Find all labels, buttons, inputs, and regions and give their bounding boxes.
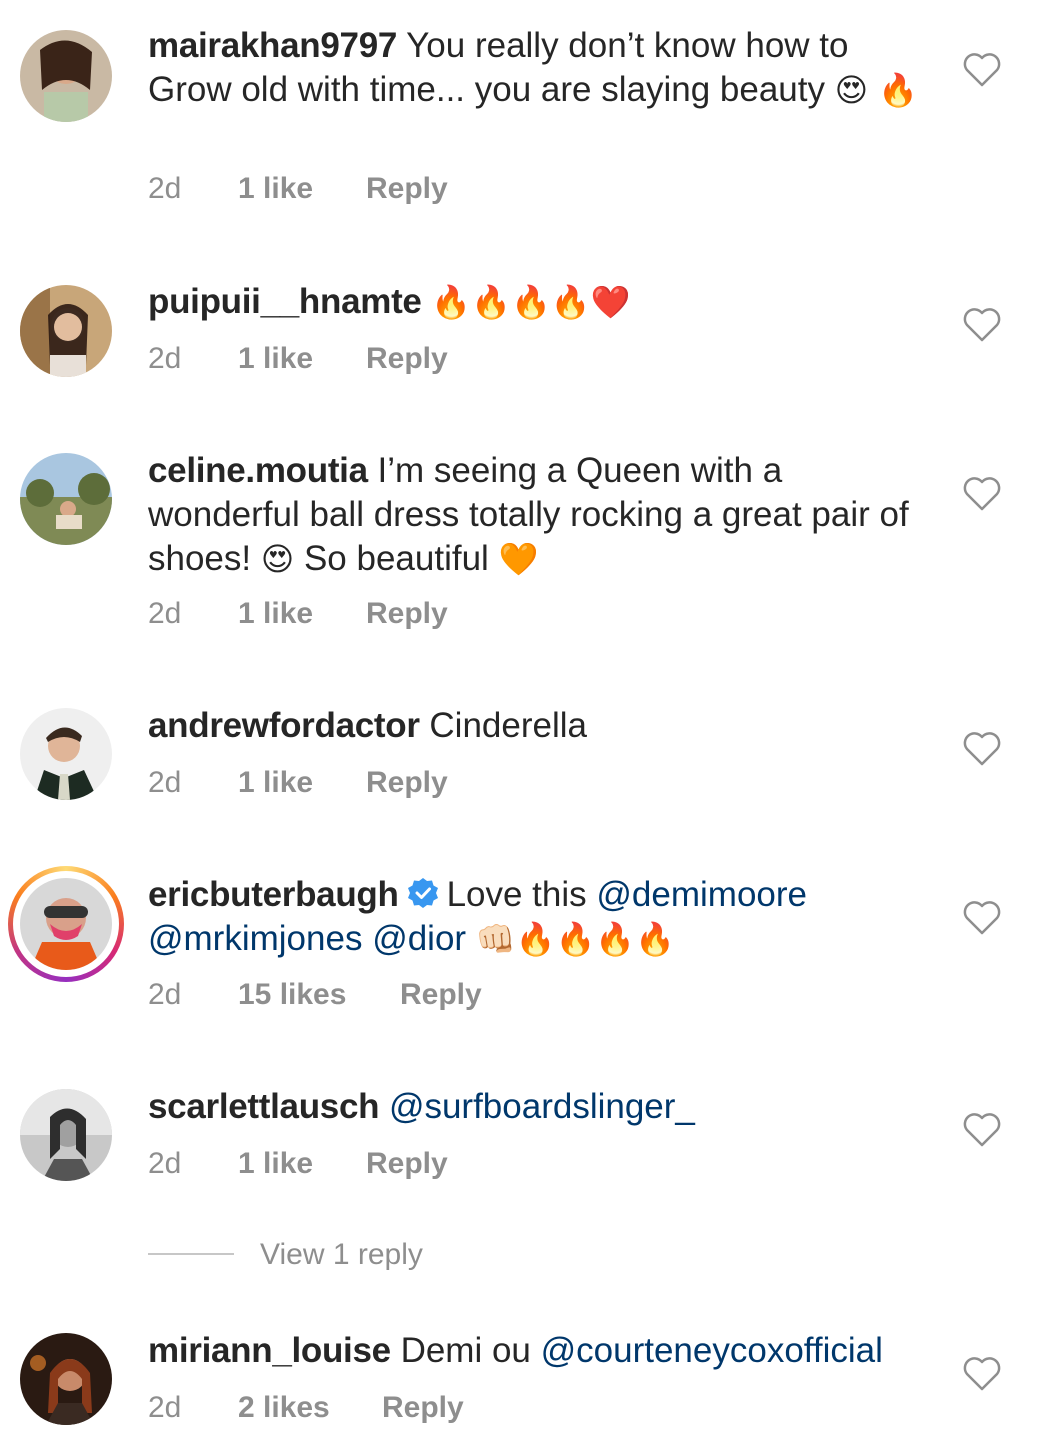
likes-count[interactable]: 1 like xyxy=(238,172,313,206)
likes-count[interactable]: 1 like xyxy=(238,1147,313,1181)
reply-button[interactable]: Reply xyxy=(366,172,448,206)
comment-body: miriann_louise Demi ou @courteneycoxoffi… xyxy=(148,1329,928,1373)
verified-badge-icon xyxy=(407,878,438,908)
heart-outline-icon[interactable] xyxy=(962,52,1002,88)
reply-button[interactable]: Reply xyxy=(366,342,448,376)
avatar[interactable] xyxy=(20,708,112,800)
comment-text: Love this xyxy=(446,875,587,914)
likes-count[interactable]: 1 like xyxy=(238,342,313,376)
timestamp: 2d xyxy=(148,1391,182,1424)
emoji: 😍 xyxy=(260,540,295,578)
comment-body: scarlettlausch @surfboardslinger_ xyxy=(148,1085,928,1129)
comment-text: Demi ou xyxy=(400,1331,531,1370)
comment-body: celine.moutia I’m seeing a Queen with a … xyxy=(148,449,928,581)
likes-count[interactable]: 2 likes xyxy=(238,1391,330,1425)
view-replies-label[interactable]: View 1 reply xyxy=(260,1238,423,1272)
username[interactable]: andrewfordactor xyxy=(148,706,420,745)
mention-link[interactable]: @surfboardslinger_ xyxy=(389,1087,695,1126)
story-ring[interactable] xyxy=(8,866,124,982)
emoji: 👊🏻🔥🔥🔥🔥 xyxy=(475,920,676,958)
mention-link[interactable]: @mrkimjones xyxy=(148,919,362,958)
avatar[interactable] xyxy=(20,1089,112,1181)
comment-body: puipuii__hnamte 🔥🔥🔥🔥❤️ xyxy=(148,280,928,324)
username[interactable]: miriann_louise xyxy=(148,1331,391,1370)
heart-outline-icon[interactable] xyxy=(962,900,1002,936)
likes-count[interactable]: 15 likes xyxy=(238,978,346,1012)
comment-body: andrewfordactor Cinderella xyxy=(148,704,928,748)
heart-outline-icon[interactable] xyxy=(962,476,1002,512)
emoji: 😍 🔥 xyxy=(834,71,919,109)
timestamp: 2d xyxy=(148,342,182,375)
username[interactable]: celine.moutia xyxy=(148,451,368,490)
heart-outline-icon[interactable] xyxy=(962,307,1002,343)
heart-outline-icon[interactable] xyxy=(962,731,1002,767)
reply-button[interactable]: Reply xyxy=(366,597,448,631)
mention-link[interactable]: @demimoore xyxy=(596,875,807,914)
avatar[interactable] xyxy=(20,30,112,122)
timestamp: 2d xyxy=(148,766,182,799)
comment-text: Cinderella xyxy=(429,706,587,745)
avatar[interactable] xyxy=(20,878,112,970)
timestamp: 2d xyxy=(148,1147,182,1180)
avatar[interactable] xyxy=(20,285,112,377)
reply-button[interactable]: Reply xyxy=(366,1147,448,1181)
username[interactable]: ericbuterbaugh xyxy=(148,875,399,914)
mention-link[interactable]: @dior xyxy=(372,919,466,958)
emoji: 🔥🔥🔥🔥❤️ xyxy=(431,283,631,321)
divider-line xyxy=(148,1253,234,1255)
avatar[interactable] xyxy=(20,1333,112,1425)
comment-body: ericbuterbaugh Love this @demimoore @mrki… xyxy=(148,873,928,961)
reply-button[interactable]: Reply xyxy=(366,766,448,800)
timestamp: 2d xyxy=(148,978,182,1011)
username[interactable]: puipuii__hnamte xyxy=(148,282,422,321)
mention-link[interactable]: @courteneycoxofficial xyxy=(541,1331,883,1370)
heart-outline-icon[interactable] xyxy=(962,1112,1002,1148)
reply-button[interactable]: Reply xyxy=(382,1391,464,1425)
heart-outline-icon[interactable] xyxy=(962,1356,1002,1392)
likes-count[interactable]: 1 like xyxy=(238,597,313,631)
username[interactable]: mairakhan9797 xyxy=(148,26,397,65)
timestamp: 2d xyxy=(148,172,182,205)
reply-button[interactable]: Reply xyxy=(400,978,482,1012)
avatar[interactable] xyxy=(20,453,112,545)
username[interactable]: scarlettlausch xyxy=(148,1087,380,1126)
comment-body: mairakhan9797 You really don’t know how … xyxy=(148,24,928,112)
timestamp: 2d xyxy=(148,597,182,630)
comment-text-2: So beautiful xyxy=(303,539,489,578)
likes-count[interactable]: 1 like xyxy=(238,766,313,800)
orange-heart-emoji: 🧡 xyxy=(498,540,539,578)
